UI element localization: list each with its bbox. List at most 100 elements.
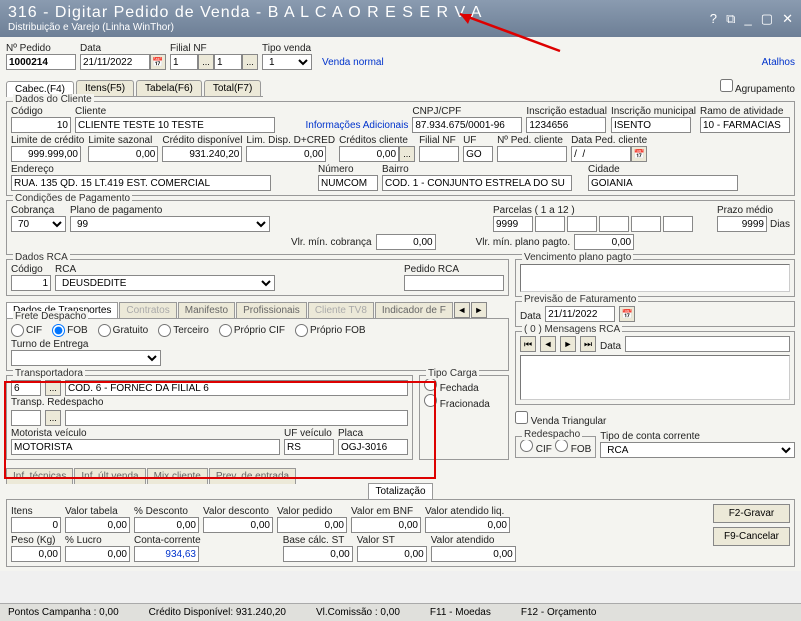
filial-lookup-button[interactable]: ... <box>198 54 214 70</box>
radio-cif[interactable]: CIF <box>11 324 42 337</box>
cidade-input[interactable] <box>588 175 738 191</box>
cliente-codigo-input[interactable] <box>11 117 71 133</box>
redesp-nome-input[interactable] <box>65 410 408 426</box>
subtab-manifesto[interactable]: Manifesto <box>178 302 235 318</box>
calendar-icon-2[interactable]: 📅 <box>631 146 647 162</box>
btab-prevent[interactable]: Prev. de entrada <box>209 468 296 484</box>
t-pdesc-lbl: % Desconto <box>134 506 199 517</box>
pedidorca-input[interactable] <box>404 275 504 291</box>
t-vlrst-lbl: Valor ST <box>357 535 427 546</box>
radio-fechada[interactable]: Fechada <box>424 378 504 394</box>
radio-propfob[interactable]: Próprio FOB <box>295 324 366 337</box>
cliente-nome-input[interactable] <box>75 117 275 133</box>
inscmun-input[interactable] <box>611 117 691 133</box>
btab-inftec[interactable]: Inf. técnicas <box>6 468 73 484</box>
turno-label: Turno de Entrega <box>11 339 161 350</box>
minimize-icon[interactable]: _ <box>744 11 751 26</box>
cancelar-button[interactable]: F9-Cancelar <box>713 527 790 546</box>
msgrca-legend: ( 0 ) Mensagens RCA <box>522 324 622 335</box>
p6[interactable] <box>663 216 693 232</box>
nav-last-icon[interactable]: ⏭ <box>580 336 596 352</box>
ufveic-input[interactable] <box>284 439 334 455</box>
radio-redesp-cif[interactable]: CIF <box>520 444 552 455</box>
tab-total[interactable]: Total(F7) <box>204 80 261 96</box>
nav-prev-icon[interactable]: ◄ <box>540 336 556 352</box>
calendar-icon-3[interactable]: 📅 <box>619 306 635 322</box>
bairro-input[interactable] <box>382 175 572 191</box>
scroll-left-icon[interactable]: ◄ <box>454 302 470 318</box>
tipovenda-select[interactable]: 1 <box>262 54 312 70</box>
placa-input[interactable] <box>338 439 408 455</box>
inscest-input[interactable] <box>526 117 606 133</box>
maximize-icon[interactable]: ▢ <box>761 11 773 26</box>
redesp-lookup-button[interactable]: ... <box>45 410 61 426</box>
uf-label: UF <box>463 135 493 146</box>
close-icon[interactable]: ✕ <box>782 11 793 26</box>
agrupamento-check[interactable]: Agrupamento <box>720 79 795 95</box>
btab-mixcli[interactable]: Mix cliente <box>147 468 208 484</box>
prevdata-label: Data <box>520 311 541 322</box>
endereco-input[interactable] <box>11 175 271 191</box>
cobranca-select[interactable]: 70 <box>11 216 66 232</box>
atalhos-link[interactable]: Atalhos <box>762 57 795 68</box>
tab-tabela[interactable]: Tabela(F6) <box>136 80 202 96</box>
npedido-input[interactable] <box>6 54 76 70</box>
radio-terceiro[interactable]: Terceiro <box>158 324 209 337</box>
btab-totalizacao[interactable]: Totalização <box>368 483 432 499</box>
info-adicionais-link[interactable]: Informações Adicionais <box>306 120 409 131</box>
redesp-cod-input[interactable] <box>11 410 41 426</box>
statusbar: Pontos Campanha : 0,00 Crédito Disponíve… <box>0 603 801 621</box>
filialnf2-input[interactable] <box>419 146 459 162</box>
p2[interactable] <box>535 216 565 232</box>
subtab-profissionais[interactable]: Profissionais <box>236 302 307 318</box>
rca-fieldset: Dados RCA Código RCADEUSDEDITE Pedido RC… <box>6 259 509 296</box>
transp-cod-input[interactable] <box>11 380 41 396</box>
p4[interactable] <box>599 216 629 232</box>
npedcli-input[interactable] <box>497 146 567 162</box>
credcli-lookup-button[interactable]: ... <box>399 146 415 162</box>
subtab-indicador[interactable]: Indicador de F <box>375 302 453 318</box>
uf-input[interactable] <box>463 146 493 162</box>
data-input[interactable] <box>80 54 150 70</box>
subtab-clientetv8[interactable]: Cliente TV8 <box>308 302 374 318</box>
rca-select[interactable]: DEUSDEDITE <box>55 275 275 291</box>
status-comissao: Vl.Comissão : 0,00 <box>316 607 400 618</box>
radio-fob[interactable]: FOB <box>52 324 88 337</box>
t-vlratliq-lbl: Valor atendido liq. <box>425 506 510 517</box>
vendatri-check[interactable]: Venda Triangular <box>515 411 795 427</box>
radio-fracionada[interactable]: Fracionada <box>424 394 504 410</box>
ramo-input[interactable] <box>700 117 790 133</box>
radio-gratuito[interactable]: Gratuito <box>98 324 149 337</box>
venda-normal-link[interactable]: Venda normal <box>322 57 384 68</box>
nav-first-icon[interactable]: ⏮ <box>520 336 536 352</box>
parcelas-input[interactable] <box>493 216 533 232</box>
filial2-lookup-button[interactable]: ... <box>242 54 258 70</box>
filialnf-input[interactable] <box>170 54 198 70</box>
nav-next-icon[interactable]: ► <box>560 336 576 352</box>
scroll-right-icon[interactable]: ► <box>471 302 487 318</box>
gravar-button[interactable]: F2-Gravar <box>713 504 790 523</box>
prevdata-input[interactable] <box>545 306 615 322</box>
plano-select[interactable]: 99 <box>70 216 270 232</box>
filial2-input[interactable] <box>214 54 242 70</box>
rcacod-input[interactable] <box>11 275 51 291</box>
dtpedcli-input[interactable] <box>571 146 631 162</box>
p5[interactable] <box>631 216 661 232</box>
dias-label: Dias <box>770 219 790 230</box>
motorista-input[interactable] <box>11 439 280 455</box>
transp-nome-input[interactable] <box>65 380 408 396</box>
btab-infult[interactable]: Inf. últ.venda <box>74 468 145 484</box>
t-plucro-lbl: % Lucro <box>65 535 130 546</box>
settings-icon[interactable]: ⧉ <box>726 11 735 26</box>
tipoconta-select[interactable]: RCA <box>600 442 795 458</box>
subtab-contratos[interactable]: Contratos <box>119 302 176 318</box>
radio-redesp-fob[interactable]: FOB <box>555 444 591 455</box>
numero-input[interactable] <box>318 175 378 191</box>
p3[interactable] <box>567 216 597 232</box>
transp-lookup-button[interactable]: ... <box>45 380 61 396</box>
cnpj-input[interactable] <box>412 117 522 133</box>
radio-propcif[interactable]: Próprio CIF <box>219 324 285 337</box>
turno-select[interactable] <box>11 350 161 366</box>
help-icon[interactable]: ? <box>710 11 717 26</box>
calendar-icon[interactable]: 📅 <box>150 54 166 70</box>
